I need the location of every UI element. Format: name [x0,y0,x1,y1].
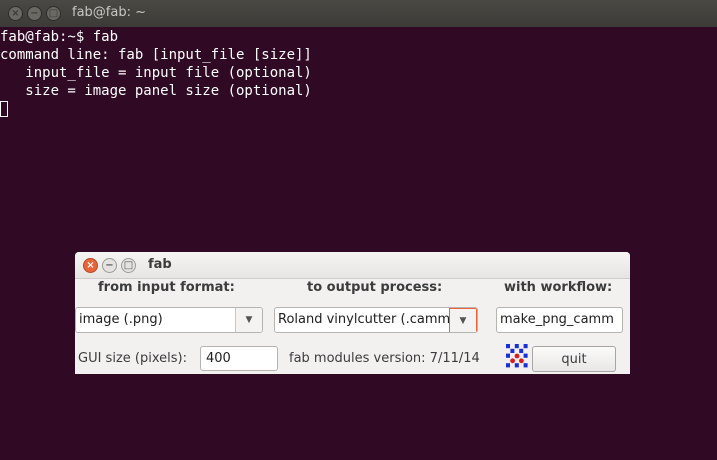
fab-minimize-icon[interactable]: − [102,258,117,273]
logo-dot [514,353,520,359]
fab-title: fab [148,257,172,272]
logo-dot [510,348,515,353]
terminal-line: fab@fab:~$ fab [0,29,119,45]
terminal-line: command line: fab [input_file [size]] [0,47,312,63]
terminal-titlebar: × − □ fab@fab: ~ [0,0,717,27]
output-process-select[interactable]: Roland vinylcutter (.camm) ▼ [274,307,478,333]
terminal-cursor [0,101,8,117]
fab-maximize-icon[interactable]: □ [121,258,136,273]
workflow-value: make_png_camm [500,312,614,327]
logo-dot [523,353,528,358]
logo-dot [514,363,519,368]
fab-close-icon[interactable]: × [83,258,98,273]
logo-dot [519,358,524,364]
workflow-field[interactable]: make_png_camm [496,307,623,333]
logo-dot [519,348,524,353]
chevron-down-icon[interactable]: ▼ [235,308,262,332]
logo-dot [506,344,510,349]
quit-button[interactable]: quit [532,346,616,372]
terminal-line: input_file = input file (optional) [0,65,312,81]
workflow-heading: with workflow: [504,280,613,295]
terminal-line: size = image panel size (optional) [0,83,312,99]
gui-size-input[interactable] [200,346,278,371]
fab-logo-icon [506,344,528,368]
input-format-heading: from input format: [98,280,235,295]
logo-dot [506,353,510,358]
logo-dot [510,358,515,364]
terminal-window: × − □ fab@fab: ~ fab@fab:~$ fab command … [0,0,717,460]
terminal-close-icon[interactable]: × [8,6,23,21]
fab-dialog: × − □ fab from input format: to output p… [75,252,630,374]
input-format-select[interactable]: image (.png) ▼ [75,307,263,333]
fab-titlebar: × − □ fab [75,252,630,279]
terminal-prompt-line [0,100,717,118]
logo-dot [506,363,510,368]
terminal-output[interactable]: fab@fab:~$ fab command line: fab [input_… [0,28,717,118]
gui-size-label: GUI size (pixels): [78,351,187,366]
output-process-value: Roland vinylcutter (.camm) [278,312,456,327]
version-label: fab modules version: 7/11/14 [289,351,480,366]
terminal-title: fab@fab: ~ [72,5,146,20]
input-format-value: image (.png) [79,312,163,327]
terminal-minimize-icon[interactable]: − [27,6,42,21]
logo-dot [523,363,528,368]
output-process-heading: to output process: [307,280,443,295]
chevron-down-icon[interactable]: ▼ [449,308,477,332]
logo-dot [523,344,528,349]
terminal-maximize-icon[interactable]: □ [46,6,61,21]
logo-dot [514,344,519,349]
